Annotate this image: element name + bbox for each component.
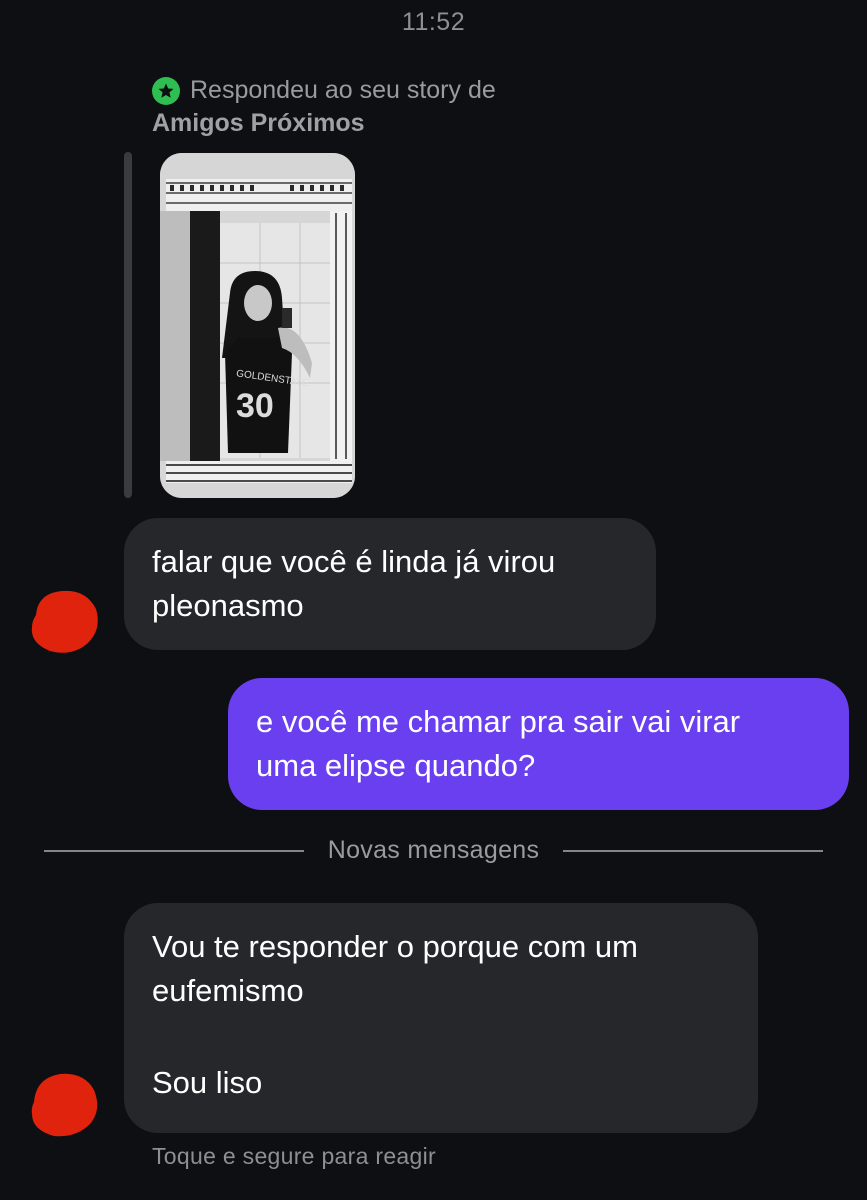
message-text: Sou liso (152, 1065, 263, 1100)
story-reply-header: Respondeu ao seu story de Amigos Próximo… (152, 76, 496, 138)
message-text: uma elipse quando? (256, 748, 536, 783)
message-bubble-incoming[interactable]: falar que você é linda já virou pleonasm… (124, 518, 656, 650)
reply-indicator-bar (124, 152, 132, 498)
react-hint: Toque e segure para reagir (152, 1143, 436, 1169)
sender-avatar-redacted[interactable] (28, 585, 100, 657)
message-bubble-incoming[interactable]: Vou te responder o porque com um eufemis… (124, 903, 758, 1133)
story-reply-label: Respondeu ao seu story de (190, 76, 496, 104)
message-text: e você me chamar pra sair vai virar (256, 704, 741, 739)
divider-line (563, 849, 823, 852)
sender-avatar-redacted[interactable] (28, 1068, 100, 1140)
message-text: pleonasmo (152, 588, 304, 623)
story-thumbnail[interactable]: GOLDENSTATE 30 (160, 153, 355, 498)
svg-text:30: 30 (236, 387, 274, 425)
new-messages-divider: Novas mensagens (44, 836, 823, 865)
star-icon (152, 76, 180, 105)
divider-line (44, 849, 304, 852)
message-bubble-outgoing[interactable]: e você me chamar pra sair vai virar uma … (228, 678, 849, 810)
message-timestamp: 11:52 (401, 8, 466, 36)
message-text: eufemismo (152, 973, 304, 1008)
message-text: falar que você é linda já virou (152, 544, 556, 579)
message-text: Vou te responder o porque com um (152, 929, 638, 964)
new-messages-label: Novas mensagens (327, 836, 540, 864)
close-friends-label: Amigos Próximos (152, 109, 365, 137)
